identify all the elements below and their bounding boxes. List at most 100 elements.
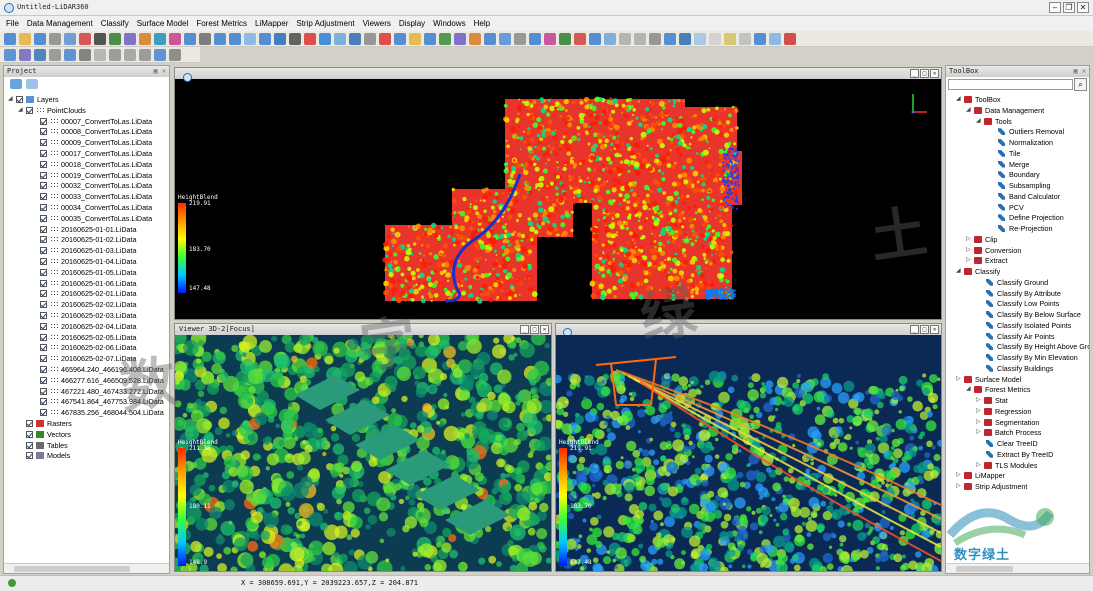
menu-strip-adjustment[interactable]: Strip Adjustment	[296, 19, 354, 28]
toolbox-item[interactable]: Tile	[990, 148, 1020, 159]
toolbox-search-input[interactable]	[948, 79, 1073, 90]
tree-file[interactable]: 20160625-02-02.LiData	[40, 299, 137, 310]
toolbar-tool-icon[interactable]	[124, 32, 136, 45]
toolbox-item[interactable]: ◢ Tools	[976, 116, 1012, 127]
toolbar-tool-icon[interactable]	[574, 32, 586, 45]
menu-windows[interactable]: Windows	[433, 19, 465, 28]
tree-file[interactable]: 00034_ConvertToLas.LiData	[40, 202, 152, 213]
toolbar-tool-icon[interactable]	[229, 32, 241, 45]
viewer-maximize-button[interactable]: □	[920, 69, 929, 78]
panel-pin-icon[interactable]: ▣ ✕	[1073, 66, 1086, 77]
viewer-close-button[interactable]: ✕	[930, 325, 939, 334]
layer-tools-icon[interactable]	[26, 79, 38, 89]
viewer-minimize-button[interactable]: _	[520, 325, 529, 334]
tree-file[interactable]: 20160625-01-05.LiData	[40, 267, 137, 278]
tree-file[interactable]: 00033_ConvertToLas.LiData	[40, 191, 152, 202]
toolbox-item[interactable]: Classify By Below Surface	[978, 309, 1081, 320]
viewer-3d-3[interactable]: _ □ ✕ HeightBlend 219.91 183.70 147.48	[555, 323, 942, 572]
toolbar-tool-icon[interactable]	[379, 32, 391, 45]
toolbox-item[interactable]: Classify By Height Above Gro	[978, 341, 1089, 352]
tree-file[interactable]: 20160625-01-02.LiData	[40, 234, 137, 245]
tree-pointclouds[interactable]: ◢ PointClouds	[18, 105, 86, 116]
toolbox-item[interactable]: ◢ Forest Metrics	[966, 384, 1031, 395]
toolbar-tool-icon[interactable]	[619, 32, 631, 45]
toolbox-item[interactable]: ▷ Conversion	[966, 245, 1021, 256]
toolbar-tool-icon[interactable]	[439, 32, 451, 45]
toolbox-item[interactable]: ▷ Clip	[966, 234, 997, 245]
menu-forest-metrics[interactable]: Forest Metrics	[196, 19, 247, 28]
toolbox-scrollbar[interactable]	[946, 563, 1089, 573]
tree-file[interactable]: 20160625-02-03.LiData	[40, 310, 137, 321]
tree-file[interactable]: 00017_ConvertToLas.LiData	[40, 148, 152, 159]
toolbox-item[interactable]: Define Projection	[990, 212, 1064, 223]
toolbar-tool-icon[interactable]	[169, 48, 181, 61]
toolbar-tool-icon[interactable]	[289, 32, 301, 45]
menu-data-management[interactable]: Data Management	[27, 19, 93, 28]
viewer-minimize-button[interactable]: _	[910, 69, 919, 78]
tree-file[interactable]: 00035_ConvertToLas.LiData	[40, 213, 152, 224]
toolbar-tool-icon[interactable]	[649, 32, 661, 45]
toolbar-tool-icon[interactable]	[139, 32, 151, 45]
tree-layers[interactable]: ◢ Layers	[8, 94, 59, 105]
menu-display[interactable]: Display	[399, 19, 425, 28]
toolbox-item[interactable]: PCV	[990, 202, 1024, 213]
toolbox-item[interactable]: Merge	[990, 159, 1029, 170]
close-button[interactable]: ✕	[1077, 2, 1089, 13]
tree-file[interactable]: 20160625-02-05.LiData	[40, 332, 137, 343]
toolbox-item[interactable]: Re-Projection	[990, 223, 1053, 234]
tree-file[interactable]: 00008_ConvertToLas.LiData	[40, 126, 152, 137]
menu-help[interactable]: Help	[474, 19, 490, 28]
toolbox-item[interactable]: Extract By TreeID	[978, 449, 1053, 460]
toolbar-tool-icon[interactable]	[484, 32, 496, 45]
viewer-maximize-button[interactable]: □	[530, 325, 539, 334]
toolbar-tool-icon[interactable]	[499, 32, 511, 45]
toolbar-tool-icon[interactable]	[214, 32, 226, 45]
toolbar-tool-icon[interactable]	[364, 32, 376, 45]
tree-tables[interactable]: Tables	[18, 440, 68, 451]
viewer-close-button[interactable]: ✕	[930, 69, 939, 78]
toolbar-tool-icon[interactable]	[154, 32, 166, 45]
toolbox-item[interactable]: Boundary	[990, 169, 1040, 180]
project-scrollbar[interactable]	[4, 563, 169, 573]
toolbar-tool-icon[interactable]	[199, 32, 211, 45]
toolbar-tool-icon[interactable]	[64, 32, 76, 45]
toolbar-tool-icon[interactable]	[604, 32, 616, 45]
tree-file[interactable]: 20160625-01-03.LiData	[40, 245, 137, 256]
pointcloud-top-view[interactable]	[175, 79, 941, 319]
main-viewer[interactable]: _ □ ✕ HeightBlend 219.91 183.70 147.48	[174, 67, 942, 320]
tree-file[interactable]: 20160625-01-06.LiData	[40, 278, 137, 289]
toolbox-item[interactable]: Outliers Removal	[990, 126, 1064, 137]
panel-pin-icon[interactable]: ▣ ✕	[153, 66, 166, 77]
toolbar-tool-icon[interactable]	[664, 32, 676, 45]
toolbox-item[interactable]: ▷ Extract	[966, 255, 1007, 266]
add-data-icon[interactable]	[10, 79, 22, 89]
tree-file[interactable]: 20160625-02-04.LiData	[40, 321, 137, 332]
toolbar-tool-icon[interactable]	[109, 48, 121, 61]
toolbox-item[interactable]: Classify Air Points	[978, 331, 1055, 342]
toolbox-item[interactable]: ▷ Surface Model	[956, 374, 1021, 385]
toolbar-tool-icon[interactable]	[4, 32, 16, 45]
toolbar-tool-icon[interactable]	[409, 32, 421, 45]
toolbar-tool-icon[interactable]	[679, 32, 691, 45]
tree-file[interactable]: 00018_ConvertToLas.LiData	[40, 159, 152, 170]
toolbar-tool-icon[interactable]	[274, 32, 286, 45]
viewer-close-button[interactable]: ✕	[540, 325, 549, 334]
toolbar-tool-icon[interactable]	[94, 32, 106, 45]
tree-models[interactable]: Models	[18, 450, 70, 461]
toolbox-item[interactable]: ▷ Stat	[976, 395, 1008, 406]
toolbar-tool-icon[interactable]	[109, 32, 121, 45]
tree-vectors[interactable]: Vectors	[18, 429, 71, 440]
tree-file[interactable]: 20160625-01-01.LiData	[40, 224, 137, 235]
toolbox-item[interactable]: ▷ TLS Modules	[976, 460, 1037, 471]
toolbar-tool-icon[interactable]	[139, 48, 151, 61]
toolbar-tool-icon[interactable]	[334, 32, 346, 45]
tree-file[interactable]: 00019_ConvertToLas.LiData	[40, 170, 152, 181]
toolbox-item[interactable]: ◢ Classify	[956, 266, 1000, 277]
toolbar-tool-icon[interactable]	[529, 32, 541, 45]
toolbox-item[interactable]: Classify Ground	[978, 277, 1048, 288]
toolbox-item[interactable]: Classify By Attribute	[978, 288, 1061, 299]
toolbox-item[interactable]: ◢ Data Management	[966, 105, 1044, 116]
toolbar-tool-icon[interactable]	[184, 32, 196, 45]
toolbar-tool-icon[interactable]	[634, 32, 646, 45]
toolbar-tool-icon[interactable]	[124, 48, 136, 61]
